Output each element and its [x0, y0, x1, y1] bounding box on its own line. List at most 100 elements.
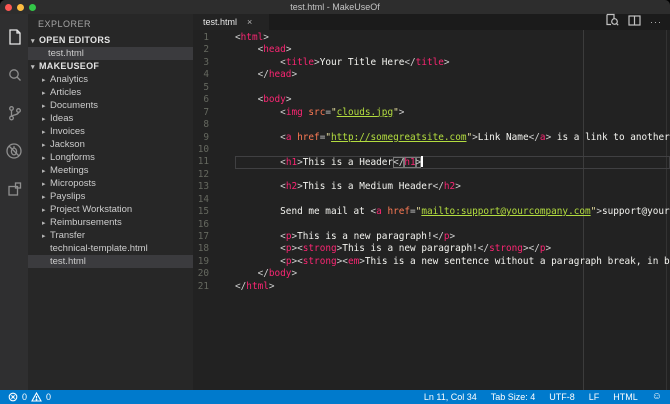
- chevron-right-icon: ▸: [42, 100, 50, 112]
- code-line-14[interactable]: 14: [193, 194, 670, 206]
- line-content: <img src="clouds.jpg">: [235, 107, 670, 119]
- encoding-indicator[interactable]: UTF-8: [549, 392, 575, 402]
- chevron-right-icon: ▸: [42, 126, 50, 138]
- code-line-13[interactable]: 13 <h2>This is a Medium Header</h2>: [193, 181, 670, 193]
- status-bar: 0 0 Ln 11, Col 34 Tab Size: 4 UTF-8 LF H…: [0, 390, 670, 404]
- language-indicator[interactable]: HTML: [613, 392, 638, 402]
- file-item-technical-template.html[interactable]: technical-template.html: [28, 242, 193, 255]
- folder-item-project-workstation[interactable]: ▸Project Workstation: [28, 203, 193, 216]
- line-content: [235, 194, 670, 206]
- code-line-17[interactable]: 17 <p>This is a new paragraph!</p>: [193, 231, 670, 243]
- folder-item-meetings[interactable]: ▸Meetings: [28, 164, 193, 177]
- folder-item-ideas[interactable]: ▸Ideas: [28, 112, 193, 125]
- folder-item-microposts[interactable]: ▸Microposts: [28, 177, 193, 190]
- close-tab-icon[interactable]: ×: [247, 17, 252, 27]
- line-content: <html>: [235, 32, 670, 44]
- title-bar: test.html - MakeUseOf: [0, 0, 670, 14]
- folder-item-payslips[interactable]: ▸Payslips: [28, 190, 193, 203]
- line-number: 19: [193, 256, 209, 268]
- code-line-10[interactable]: 10: [193, 144, 670, 156]
- split-editor-icon[interactable]: [628, 13, 641, 31]
- code-line-1[interactable]: 1<html>: [193, 32, 670, 44]
- minimize-window-button[interactable]: [17, 4, 24, 11]
- errors-icon[interactable]: [8, 392, 18, 402]
- line-content: <p><strong><em>This is a new sentence wi…: [235, 256, 670, 268]
- more-actions-icon[interactable]: ···: [650, 17, 662, 27]
- file-item-test.html[interactable]: test.html: [28, 255, 193, 268]
- line-number: 18: [193, 243, 209, 255]
- code-line-9[interactable]: 9 <a href="http://somegreatsite.com">Lin…: [193, 132, 670, 144]
- code-line-19[interactable]: 19 <p><strong><em>This is a new sentence…: [193, 256, 670, 268]
- folder-section-header[interactable]: ▾MAKEUSEOF: [28, 60, 193, 73]
- folder-item-jackson[interactable]: ▸Jackson: [28, 138, 193, 151]
- folder-item-reimbursements[interactable]: ▸Reimbursements: [28, 216, 193, 229]
- code-line-8[interactable]: 8: [193, 119, 670, 131]
- code-line-11[interactable]: 11 <h1>This is a Header</h1>: [193, 156, 670, 168]
- code-editor[interactable]: 1<html>2 <head>3 <title>Your Title Here<…: [193, 30, 670, 390]
- folder-item-transfer[interactable]: ▸Transfer: [28, 229, 193, 242]
- chevron-right-icon: ▸: [42, 191, 50, 203]
- code-line-16[interactable]: 16: [193, 219, 670, 231]
- chevron-down-icon: ▾: [31, 35, 39, 48]
- text-cursor: [421, 156, 423, 167]
- line-number: 6: [193, 94, 209, 106]
- folder-item-articles[interactable]: ▸Articles: [28, 86, 193, 99]
- code-line-4[interactable]: 4 </head>: [193, 69, 670, 81]
- line-content: <p>This is a new paragraph!</p>: [235, 231, 670, 243]
- code-line-2[interactable]: 2 <head>: [193, 44, 670, 56]
- code-line-3[interactable]: 3 <title>Your Title Here</title>: [193, 57, 670, 69]
- code-line-18[interactable]: 18 <p><strong>This is a new paragraph!</…: [193, 243, 670, 255]
- code-line-12[interactable]: 12: [193, 169, 670, 181]
- tab-size-indicator[interactable]: Tab Size: 4: [491, 392, 536, 402]
- code-line-20[interactable]: 20 </body>: [193, 268, 670, 280]
- folder-item-invoices[interactable]: ▸Invoices: [28, 125, 193, 138]
- line-content: Send me mail at <a href="mailto:support@…: [235, 206, 670, 218]
- eol-indicator[interactable]: LF: [589, 392, 600, 402]
- editor-actions: ···: [605, 14, 670, 30]
- search-icon[interactable]: [0, 56, 28, 94]
- code-line-15[interactable]: 15 Send me mail at <a href="mailto:suppo…: [193, 206, 670, 218]
- chevron-right-icon: ▸: [42, 152, 50, 164]
- cursor-position[interactable]: Ln 11, Col 34: [424, 392, 477, 402]
- explorer-icon[interactable]: [0, 18, 28, 56]
- line-number: 12: [193, 169, 209, 181]
- code-line-21[interactable]: 21</html>: [193, 281, 670, 293]
- window-controls: [5, 4, 36, 11]
- feedback-smiley-icon[interactable]: ☺: [652, 392, 662, 402]
- line-content: <a href="http://somegreatsite.com">Link …: [235, 132, 670, 144]
- chevron-down-icon: ▾: [31, 61, 39, 74]
- line-content: <body>: [235, 94, 670, 106]
- chevron-right-icon: ▸: [42, 204, 50, 216]
- close-window-button[interactable]: [5, 4, 12, 11]
- debug-icon[interactable]: [0, 132, 28, 170]
- source-control-icon[interactable]: [0, 94, 28, 132]
- code-line-7[interactable]: 7 <img src="clouds.jpg">: [193, 107, 670, 119]
- file-tree: ▸Analytics▸Articles▸Documents▸Ideas▸Invo…: [28, 73, 193, 268]
- open-preview-icon[interactable]: [605, 13, 619, 31]
- open-editors-header[interactable]: ▾OPEN EDITORS: [28, 34, 193, 47]
- maximize-window-button[interactable]: [29, 4, 36, 11]
- code-line-5[interactable]: 5: [193, 82, 670, 94]
- open-editors-list: test.html: [28, 47, 193, 60]
- folder-item-longforms[interactable]: ▸Longforms: [28, 151, 193, 164]
- folder-item-documents[interactable]: ▸Documents: [28, 99, 193, 112]
- extensions-icon[interactable]: [0, 170, 28, 208]
- activity-bar: [0, 14, 28, 390]
- line-number: 15: [193, 206, 209, 218]
- line-content: [235, 169, 670, 181]
- chevron-right-icon: ▸: [42, 178, 50, 190]
- warnings-icon[interactable]: [31, 392, 42, 402]
- line-content: [235, 119, 670, 131]
- line-content: <p><strong>This is a new paragraph!</str…: [235, 243, 670, 255]
- warnings-count[interactable]: 0: [46, 392, 51, 402]
- folder-item-analytics[interactable]: ▸Analytics: [28, 73, 193, 86]
- line-content: </body>: [235, 268, 670, 280]
- tab-test-html[interactable]: test.html ×: [193, 14, 269, 30]
- open-editor-item-test.html[interactable]: test.html: [28, 47, 193, 60]
- line-number: 7: [193, 107, 209, 119]
- errors-count[interactable]: 0: [22, 392, 27, 402]
- line-content: <title>Your Title Here</title>: [235, 57, 670, 69]
- sidebar-title: EXPLORER: [28, 14, 193, 34]
- code-line-6[interactable]: 6 <body>: [193, 94, 670, 106]
- line-number: 13: [193, 181, 209, 193]
